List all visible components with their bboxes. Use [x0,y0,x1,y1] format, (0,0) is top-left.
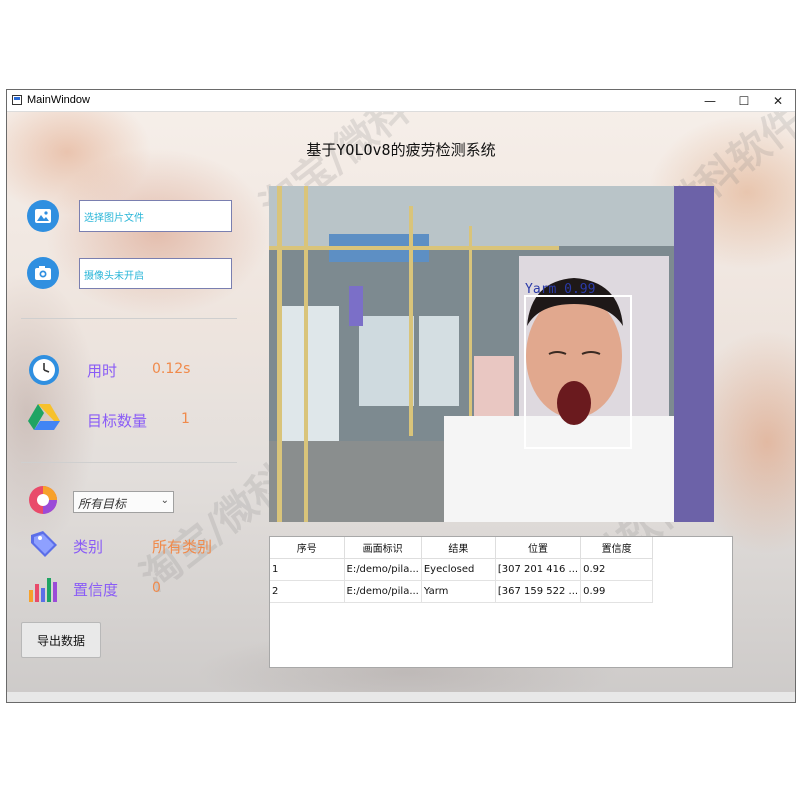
window-title: MainWindow [27,94,90,106]
table-cell[interactable]: 1 [270,558,345,581]
table-header-row: 序号 画面标识 结果 位置 置信度 [270,537,654,559]
app-icon [12,95,22,105]
table-row[interactable]: 2 E:/demo/pila... Yarm [367 159 522 ... … [270,580,654,603]
column-header[interactable]: 画面标识 [344,537,422,559]
target-select[interactable]: 所有目标 ⌄ [73,491,174,513]
table-cell[interactable]: [307 201 416 ... [495,558,582,581]
page-title: 基于YOLOv8的疲劳检测系统 [306,141,496,159]
status-bar [7,692,795,702]
time-value: 0.12s [152,361,191,377]
bus-scene-image: Yarm 0.99 [269,186,714,522]
results-table[interactable]: 序号 画面标识 结果 位置 置信度 1 E:/demo/pila... Eyec… [269,536,733,668]
column-header[interactable]: 结果 [421,537,496,559]
time-label: 用时 [87,362,118,380]
camera-status-input[interactable]: 摄像头未开启 [79,258,232,289]
target-count-label: 目标数量 [87,412,148,430]
bar-chart-icon [27,570,59,602]
column-header[interactable]: 位置 [495,537,582,559]
close-button[interactable]: ✕ [761,90,795,112]
table-cell[interactable]: E:/demo/pila... [344,558,422,581]
confidence-label: 置信度 [73,581,119,599]
export-data-button[interactable]: 导出数据 [21,622,101,658]
table-cell[interactable]: 0.99 [580,580,654,603]
table-cell[interactable]: Eyeclosed [421,558,496,581]
color-wheel-icon [27,484,59,516]
google-drive-icon [27,402,60,434]
category-label: 类别 [73,538,104,556]
divider [21,318,237,319]
app-client-area: 淘宝/微科软件 淘宝/微科软件 淘宝/微科软件 淘宝/微科软件 基于YOLOv8… [7,112,795,702]
clock-icon [27,353,59,385]
image-file-input[interactable]: 选择图片文件 [79,200,232,232]
maximize-button[interactable]: ☐ [727,90,761,112]
minimize-button[interactable]: — [693,90,727,112]
detection-image-view[interactable]: Yarm 0.99 [269,186,714,522]
target-count-value: 1 [181,411,190,427]
table-cell[interactable]: E:/demo/pila... [344,580,422,603]
column-header[interactable]: 置信度 [580,537,654,559]
column-header[interactable]: 序号 [270,537,345,559]
detection-label: Yarm 0.99 [525,282,595,297]
tag-icon [27,527,59,559]
target-select-value: 所有目标 [78,497,127,511]
divider [21,462,237,463]
table-cell[interactable]: [367 159 522 ... [495,580,582,603]
table-cell[interactable]: 2 [270,580,345,603]
title-bar[interactable]: MainWindow — ☐ ✕ [7,90,795,112]
confidence-value: 0 [152,580,161,596]
main-window: MainWindow — ☐ ✕ 淘宝/微科软件 淘宝/微科软件 淘宝/微科软件… [6,89,796,703]
table-cell[interactable]: 0.92 [580,558,654,581]
image-icon[interactable] [27,200,59,232]
table-row[interactable]: 1 E:/demo/pila... Eyeclosed [307 201 416… [270,558,654,581]
category-value: 所有类别 [152,538,213,556]
camera-icon[interactable] [27,257,59,289]
table-cell[interactable]: Yarm [421,580,496,603]
chevron-down-icon: ⌄ [160,495,169,506]
